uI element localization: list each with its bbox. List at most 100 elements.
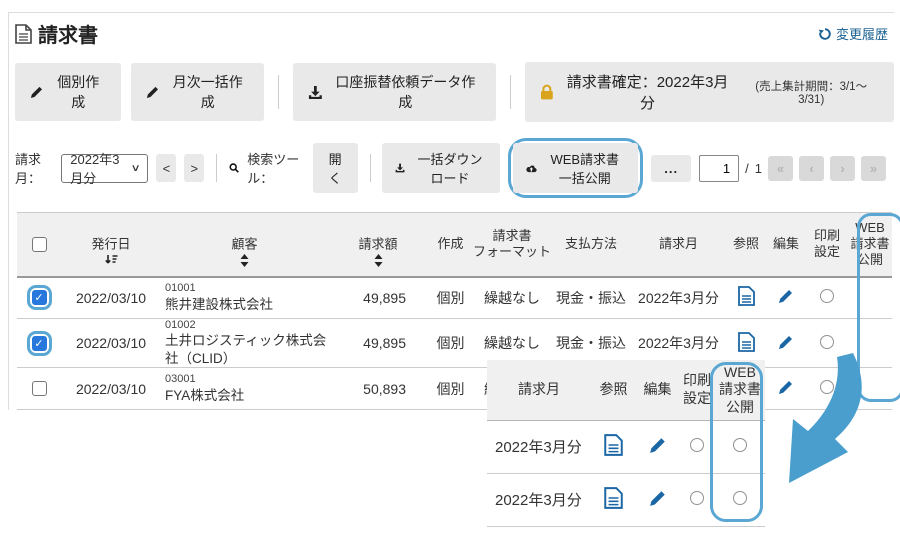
inset-print-cell[interactable] <box>679 420 715 473</box>
sort-toggle-icon <box>374 254 383 267</box>
pagination: / 1 « ‹ › » <box>699 155 886 182</box>
header-amount[interactable]: 請求額 <box>328 213 428 277</box>
reference-doc-icon[interactable] <box>738 286 755 306</box>
inset-reference-cell[interactable] <box>591 473 636 526</box>
invoice-locked-note: (売上集計期間：3/1～3/31) <box>743 78 879 106</box>
inset-row: 2022年3月分 <box>487 473 765 526</box>
sort-amount-icon <box>105 254 118 267</box>
inset-edit-cell[interactable] <box>636 473 679 526</box>
payment-cell: 現金・振込 <box>551 277 631 319</box>
page-number-input[interactable] <box>699 155 739 182</box>
inset-header-edit: 編集 <box>636 360 679 420</box>
chevron-down-icon: ∨ <box>131 163 141 174</box>
last-page-button[interactable]: » <box>861 156 886 181</box>
edit-cell[interactable] <box>766 277 806 319</box>
web-publish-cell[interactable] <box>848 277 892 319</box>
magnified-inset-table: 請求月 参照 編集 印刷 設定 WEB 請求書 公開 2022年3月分 2022… <box>487 360 765 527</box>
toolbar-divider <box>510 75 511 109</box>
inset-reference-cell[interactable] <box>591 420 636 473</box>
customer-name: 熊井建設株式会社 <box>165 296 328 314</box>
edit-pencil-icon[interactable] <box>649 436 667 454</box>
header-format: 請求書 フォーマット <box>473 213 551 277</box>
amount-cell: 49,895 <box>328 319 428 368</box>
row-checkbox <box>27 331 52 356</box>
customer-cell: 01002 土井ロジスティック株式会社（CLID） <box>161 319 328 368</box>
customer-code: 01001 <box>165 282 328 295</box>
invoice-locked-button[interactable]: 請求書確定：2022年3月分 (売上集計期間：3/1～3/31) <box>525 62 894 122</box>
reference-doc-icon[interactable] <box>738 332 755 352</box>
row-checkbox-cell[interactable] <box>17 368 61 410</box>
print-radio <box>690 491 704 505</box>
header-web-publish: WEB 請求書 公開 <box>848 213 892 277</box>
inset-edit-cell[interactable] <box>636 420 679 473</box>
print-setting-cell[interactable] <box>806 277 848 319</box>
select-all-checkbox-cell[interactable] <box>17 213 61 277</box>
sort-toggle-icon <box>240 254 249 267</box>
row-checkbox-cell[interactable] <box>17 319 61 368</box>
header-edit: 編集 <box>766 213 806 277</box>
account-transfer-data-button[interactable]: 口座振替依頼データ作成 <box>293 63 496 121</box>
inset-row: 2022年3月分 <box>487 420 765 473</box>
filter-divider <box>370 154 371 182</box>
web-publish-radio <box>733 491 747 505</box>
next-month-button[interactable]: > <box>184 154 204 182</box>
toolbar-divider <box>278 75 279 109</box>
edit-pencil-icon[interactable] <box>778 334 794 350</box>
page-total: 1 <box>755 161 762 176</box>
billing-month-select[interactable]: 2022年3月分 ∨ <box>61 154 148 183</box>
customer-name: 土井ロジスティック株式会社（CLID） <box>165 332 328 367</box>
reference-doc-icon[interactable] <box>604 434 623 456</box>
customer-name: FYA株式会社 <box>165 387 328 405</box>
edit-pencil-icon[interactable] <box>649 489 667 507</box>
issue-date-cell: 2022/03/10 <box>61 277 161 319</box>
prev-page-button[interactable]: ‹ <box>799 156 824 181</box>
edit-pencil-icon[interactable] <box>778 288 794 304</box>
download-icon <box>308 85 323 100</box>
header-customer[interactable]: 顧客 <box>161 213 328 277</box>
customer-code: 01002 <box>165 319 328 332</box>
prev-month-button[interactable]: < <box>156 154 176 182</box>
amount-cell: 50,893 <box>328 368 428 410</box>
page-separator: / <box>745 161 749 176</box>
filter-divider <box>216 154 217 182</box>
row-checkbox <box>27 376 52 401</box>
next-page-button[interactable]: › <box>830 156 855 181</box>
inset-header-month: 請求月 <box>487 360 591 420</box>
change-history-link[interactable]: 変更履歴 <box>818 24 888 43</box>
row-checkbox-cell[interactable] <box>17 277 61 319</box>
download-icon <box>395 161 405 175</box>
inset-print-cell[interactable] <box>679 473 715 526</box>
bulk-download-button[interactable]: 一括ダウンロード <box>382 143 500 193</box>
invoice-locked-label: 請求書確定：2022年3月分 <box>561 71 735 113</box>
web-bulk-publish-label: WEB請求書一括公開 <box>544 149 625 187</box>
more-actions-button[interactable]: ... <box>651 155 691 182</box>
individual-create-label: 個別作成 <box>51 72 106 112</box>
search-open-button[interactable]: 開く <box>313 143 358 193</box>
page-title: 請求書 <box>38 19 98 48</box>
toolbar: 個別作成 月次一括作成 口座振替依頼データ作成 請求書確定：2022年3月分 (… <box>13 62 894 122</box>
monthly-batch-create-button[interactable]: 月次一括作成 <box>131 63 264 121</box>
web-publish-radio <box>733 438 747 452</box>
inset-month-cell: 2022年3月分 <box>487 420 591 473</box>
create-cell: 個別 <box>428 319 473 368</box>
individual-create-button[interactable]: 個別作成 <box>15 63 121 121</box>
first-page-button[interactable]: « <box>768 156 793 181</box>
header-month: 請求月 <box>631 213 726 277</box>
reference-doc-icon[interactable] <box>604 487 623 509</box>
history-icon <box>818 27 832 41</box>
month-cell: 2022年3月分 <box>631 277 726 319</box>
change-history-label: 変更履歴 <box>836 24 888 43</box>
inset-header-row: 請求月 参照 編集 印刷 設定 WEB 請求書 公開 <box>487 360 765 420</box>
header-issue-date[interactable]: 発行日 <box>61 213 161 277</box>
web-bulk-publish-button[interactable]: WEB請求書一括公開 <box>513 143 638 193</box>
header-create: 作成 <box>428 213 473 277</box>
cloud-upload-icon <box>526 162 537 175</box>
callout-arrow <box>753 349 893 499</box>
reference-cell[interactable] <box>726 277 766 319</box>
row-checkbox <box>27 285 52 310</box>
lock-icon <box>540 84 554 100</box>
print-radio <box>690 438 704 452</box>
inset-header-reference: 参照 <box>591 360 636 420</box>
pencil-icon <box>30 85 44 99</box>
web-publish-highlight: WEB請求書一括公開 <box>508 138 643 198</box>
